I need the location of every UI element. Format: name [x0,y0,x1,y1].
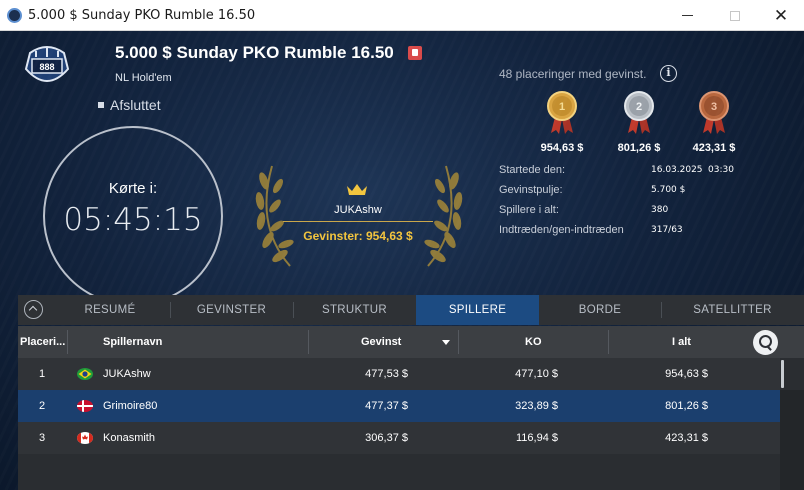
col-divider [608,330,609,354]
row-total: 801,26 $ [665,400,708,412]
tab-satellitter[interactable]: SATELLITTER [661,295,804,325]
row-place: 3 [39,432,46,444]
tab-borde[interactable]: BORDE [539,295,661,325]
tab-resume[interactable]: RESUMÉ [50,295,170,325]
canada-flag-icon [77,432,93,444]
denmark-flag-icon [77,400,93,412]
gold-medal-icon: 1 [547,91,577,134]
col-ko[interactable]: KO [525,326,542,358]
maximize-button[interactable] [712,0,758,31]
888-poker-logo: 888 [24,46,70,82]
table-row[interactable] [18,454,780,490]
svg-text:3: 3 [711,101,717,113]
prize-second: 801,26 $ [617,142,661,154]
crown-icon [347,184,367,195]
table-scrollbar[interactable] [780,358,804,490]
game-type: NL Hold'em [115,72,172,84]
collapse-chevron-icon[interactable] [24,300,43,319]
col-total[interactable]: I alt [672,326,691,358]
laurel-wreath-icon [255,165,463,267]
tab-spillere[interactable]: SPILLERE [416,295,539,325]
bronze-medal-icon: 3 [699,91,729,134]
row-winnings: 306,37 $ [365,432,408,444]
col-divider [308,330,309,354]
paid-places-text: 48 placeringer med gevinst. [499,67,647,81]
started-date: 16.03.2025 [651,165,703,175]
col-winnings[interactable]: Gevinst [361,326,401,358]
svg-text:2: 2 [636,101,642,113]
svg-text:1: 1 [559,101,565,113]
row-place: 2 [39,400,46,412]
prizepool-label: Gevinstpulje: [499,184,563,196]
row-winnings: 477,53 $ [365,368,408,380]
row-total: 423,31 $ [665,432,708,444]
winner-winnings: Gevinster: 954,63 $ [303,229,413,243]
prizepool-value: 5.700 $ [651,185,686,195]
svg-text:888: 888 [39,62,54,72]
started-label: Startede den: [499,164,566,176]
table-row[interactable]: 3 Konasmith 306,37 $ 116,94 $ 423,31 $ [18,422,780,454]
players-value: 380 [651,205,669,215]
close-button[interactable]: ✕ [758,0,804,31]
maximize-icon [730,10,740,21]
lobby-tabs: RESUMÉ GEVINSTER STRUKTUR SPILLERE BORDE… [18,295,804,325]
row-ko: 477,10 $ [515,368,558,380]
entries-value: 317/63 [651,225,683,235]
window-title: 5.000 $ Sunday PKO Rumble 16.50 [28,8,256,23]
row-winnings: 477,37 $ [365,400,408,412]
status-label: Afsluttet [110,97,161,113]
winner-name: JUKAshw [334,204,382,216]
row-total: 954,63 $ [665,368,708,380]
col-divider [67,330,68,354]
tournament-title: 5.000 $ Sunday PKO Rumble 16.50 [115,43,394,62]
prize-third: 423,31 $ [692,142,736,154]
elapsed-time-clock: Kørte i: 05:45:15 [43,126,223,306]
tab-struktur[interactable]: STRUKTUR [293,295,416,325]
search-icon[interactable] [753,330,778,355]
players-table-header: Placeri... Spillernavn Gevinst KO I alt [18,326,804,358]
minimize-icon [681,15,693,16]
row-player-name: Konasmith [103,432,155,444]
row-player-name: JUKAshw [103,368,151,380]
minimize-button[interactable] [664,0,710,31]
info-icon[interactable]: i [660,65,677,82]
row-ko: 116,94 $ [515,432,558,444]
winner-divider [283,221,433,222]
row-ko: 323,89 $ [515,400,558,412]
brazil-flag-icon [77,368,93,380]
elapsed-time: 05:45:15 [63,202,203,238]
elapsed-label: Kørte i: [108,180,158,197]
sort-desc-icon[interactable] [442,340,450,345]
ticket-icon[interactable] [408,46,422,60]
app-icon [7,8,22,23]
row-place: 1 [39,368,46,380]
status-dot-icon [98,102,104,109]
row-player-name: Grimoire80 [103,400,158,412]
entries-label: Indtræden/gen-indtræden [499,224,624,236]
col-divider [458,330,459,354]
started-time: 03:30 [708,165,734,175]
players-label: Spillere i alt: [499,204,559,216]
silver-medal-icon: 2 [624,91,654,134]
tab-gevinster[interactable]: GEVINSTER [170,295,293,325]
close-icon: ✕ [773,5,789,26]
prize-first: 954,63 $ [540,142,584,154]
table-row-selected[interactable]: 2 Grimoire80 477,37 $ 323,89 $ 801,26 $ [18,390,780,422]
col-place[interactable]: Placeri... [20,326,65,358]
scrollbar-thumb[interactable] [780,358,804,390]
table-row[interactable]: 1 JUKAshw 477,53 $ 477,10 $ 954,63 $ [18,358,780,390]
col-player-name[interactable]: Spillernavn [103,326,162,358]
window-titlebar: 5.000 $ Sunday PKO Rumble 16.50 ✕ [0,0,804,31]
tournament-status: Afsluttet [98,97,161,113]
